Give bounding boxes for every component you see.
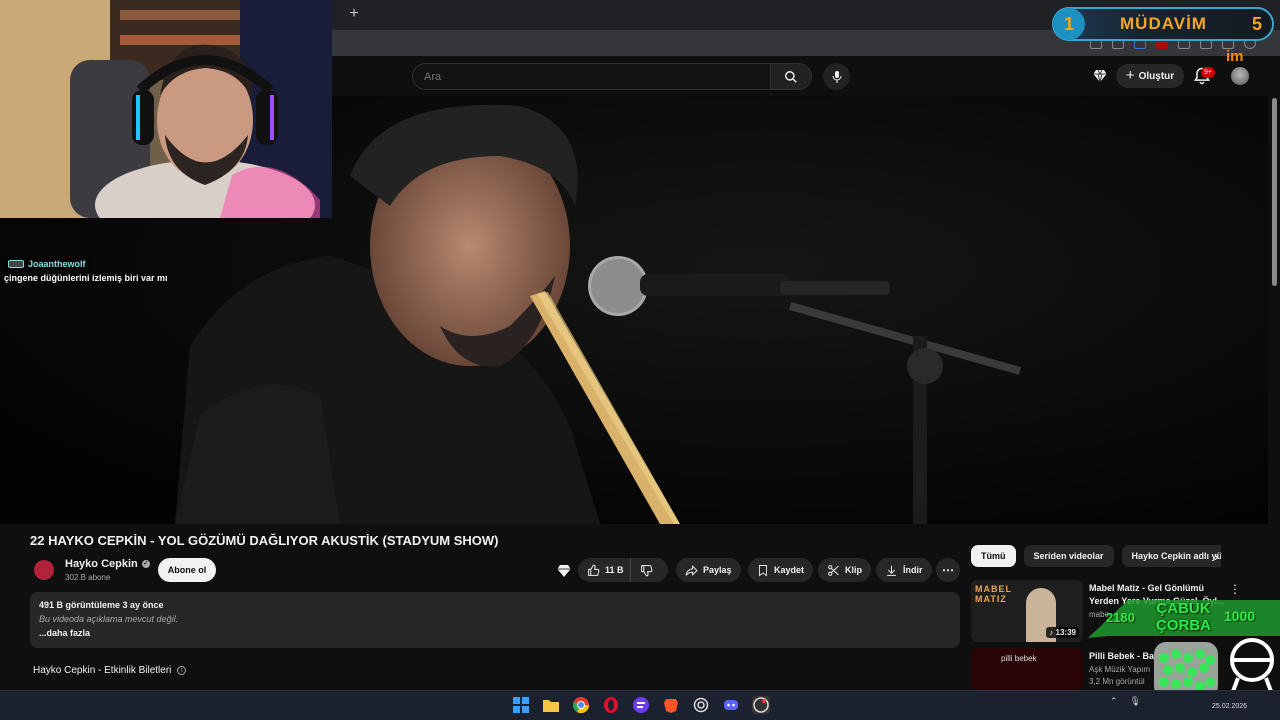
account-avatar[interactable] <box>1231 67 1249 85</box>
chat-username-text: Joaanthewolf <box>28 259 86 269</box>
obs-icon[interactable] <box>752 696 770 714</box>
subscribe-button[interactable]: Abone ol <box>158 558 216 582</box>
video-title: 22 HAYKO CEPKİN - YOL GÖZÜMÜ DAĞLIYOR AK… <box>30 533 499 548</box>
chrome-icon[interactable] <box>572 696 590 714</box>
channel-avatar[interactable] <box>34 560 54 580</box>
notification-badge: 9+ <box>1201 67 1215 78</box>
like-dislike-group: 11 B <box>578 558 668 582</box>
gem-icon[interactable] <box>1092 68 1108 84</box>
corba-title-line1: ÇABUK <box>1156 600 1211 617</box>
new-tab-plus-icon[interactable]: + <box>346 4 362 24</box>
chat-message-text: çingene düğünlerini izlemiş biri var mı <box>4 273 168 283</box>
like-count: 11 B <box>605 565 624 575</box>
description-text: Bu videoda açıklama mevcut değil. <box>39 614 179 624</box>
plus-icon: + <box>1125 67 1135 84</box>
chip-channel[interactable]: Hayko Cepkin adlı yü <box>1121 545 1221 567</box>
system-tray: ⌃ 🎙 <box>1110 696 1141 707</box>
mudavim-count: 5 <box>1251 13 1262 34</box>
create-label: Oluştur <box>1138 70 1175 82</box>
search-icon <box>785 70 797 83</box>
channel-name[interactable]: Hayko Cepkin ✓ <box>65 558 150 570</box>
thumbs-up-icon <box>588 564 600 576</box>
corba-right-value: 1000 <box>1224 608 1256 624</box>
chatgpt-icon[interactable] <box>692 696 710 714</box>
chip-series[interactable]: Seriden videolar <box>1023 545 1114 567</box>
recommendation-filter-chips: Tümü Seriden videolar Hayko Cepkin adlı … <box>971 545 1221 567</box>
like-button[interactable]: 11 B <box>578 558 631 582</box>
chat-message: Joaanthewolf çingene düğünlerini izlemiş… <box>4 258 324 288</box>
chevron-up-icon[interactable]: ⌃ <box>1110 696 1118 707</box>
download-icon <box>887 565 896 576</box>
description-box[interactable]: 491 B görüntüleme 3 ay önce Bu videoda a… <box>30 592 960 648</box>
gem-action-icon[interactable] <box>556 563 572 579</box>
mudavim-label: MÜDAVİM <box>1120 14 1207 33</box>
search-box[interactable] <box>412 63 770 90</box>
scrollbar-thumb[interactable] <box>1272 98 1277 286</box>
corba-title-line2: ÇORBA <box>1156 617 1211 634</box>
dislike-button[interactable] <box>631 558 662 582</box>
video-duration: ♪ 13:39 <box>1046 627 1079 638</box>
more-vertical-icon[interactable]: ⋮ <box>1229 582 1241 596</box>
discord-icon[interactable] <box>722 696 740 714</box>
microphone-icon <box>832 70 841 83</box>
search-input[interactable] <box>424 70 770 83</box>
thumbnail-text: pilli bebek <box>1001 654 1037 663</box>
taskbar-date[interactable]: 25.02.2026 <box>1212 703 1247 710</box>
event-tickets-section[interactable]: Hayko Cepkin - Etkinlik Biletleri i <box>33 665 187 676</box>
corba-title: ÇABUK ÇORBA <box>1156 600 1211 634</box>
taskbar-apps <box>512 693 770 717</box>
info-icon[interactable]: i <box>177 666 187 675</box>
windows-start-icon[interactable] <box>512 696 530 714</box>
duration-text: 13:39 <box>1055 628 1076 637</box>
view-count-date: 491 B görüntüleme 3 ay önce <box>39 600 164 610</box>
voice-search-button[interactable] <box>823 63 850 90</box>
microphone-tray-icon[interactable]: 🎙 <box>1130 696 1141 707</box>
brave-icon[interactable] <box>662 696 680 714</box>
share-icon <box>685 564 698 576</box>
mudavim-counter-overlay: 1 MÜDAVİM 5 <box>1052 7 1274 41</box>
download-button[interactable]: İndir <box>876 558 932 582</box>
clip-button[interactable]: Klip <box>818 558 871 582</box>
mudavim-rank: 1 <box>1053 8 1085 40</box>
tickets-label: Hayko Cepkin - Etkinlik Biletleri <box>33 665 172 676</box>
more-actions-button[interactable]: ⋯ <box>936 558 960 582</box>
share-label: Paylaş <box>703 565 732 575</box>
recommendation-thumbnail[interactable]: pilli bebek <box>971 648 1083 690</box>
webcam-image <box>0 0 332 218</box>
save-label: Kaydet <box>774 565 805 575</box>
im-logo: im <box>1226 48 1244 65</box>
chip-all[interactable]: Tümü <box>971 545 1016 567</box>
clip-label: Klip <box>845 565 862 575</box>
scissors-icon <box>828 564 839 576</box>
chevron-right-icon[interactable]: › <box>1214 549 1230 565</box>
app-icon[interactable] <box>632 696 650 714</box>
thumbs-down-icon <box>640 564 652 576</box>
bookmark-icon <box>759 564 767 576</box>
file-explorer-icon[interactable] <box>542 696 560 714</box>
subscriber-count: 302 B abone <box>65 573 111 582</box>
verified-check-icon: ✓ <box>141 560 150 568</box>
share-button[interactable]: Paylaş <box>676 558 741 582</box>
show-more-link[interactable]: ...daha fazla <box>39 628 951 638</box>
download-label: İndir <box>903 565 923 575</box>
create-button[interactable]: + Oluştur <box>1116 64 1184 88</box>
streamer-webcam <box>0 0 332 218</box>
channel-name-text: Hayko Cepkin <box>65 558 138 570</box>
thumbnail-text: MABEL MATIZ <box>975 584 1012 604</box>
chat-username: Joaanthewolf <box>4 258 90 270</box>
chat-badge-icon <box>8 260 24 268</box>
corba-left-value: 2180 <box>1106 610 1135 625</box>
opera-icon[interactable] <box>602 696 620 714</box>
save-button[interactable]: Kaydet <box>748 558 814 582</box>
search-button[interactable] <box>770 63 812 90</box>
recommendation-thumbnail[interactable]: MABEL MATIZ ♪ 13:39 <box>971 580 1083 642</box>
